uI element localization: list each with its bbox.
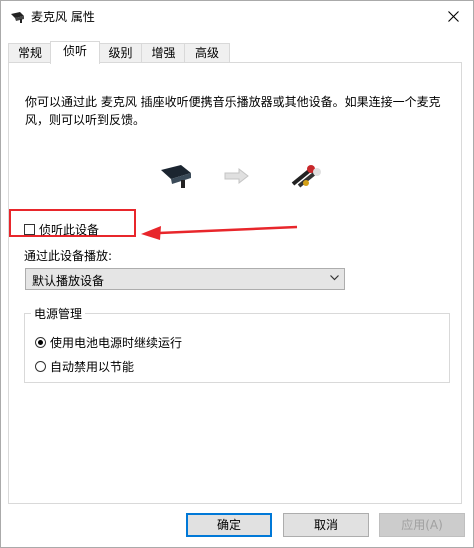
tab-advanced[interactable]: 高级: [184, 43, 230, 63]
radio-button[interactable]: [35, 337, 46, 348]
device-connection-illustration: [161, 165, 321, 188]
title-bar[interactable]: 麦克风 属性: [1, 1, 473, 33]
chevron-down-icon: [330, 275, 339, 281]
radio-auto-disable-label: 自动禁用以节能: [50, 360, 135, 374]
apply-button[interactable]: 应用(A): [379, 513, 465, 537]
power-management-title: 电源管理: [31, 305, 86, 322]
listen-device-checkbox[interactable]: 侦听此设备: [24, 221, 99, 238]
tab-general[interactable]: 常规: [8, 43, 52, 63]
close-icon: [447, 10, 459, 22]
annotation-arrow-icon: [141, 225, 298, 240]
ok-button[interactable]: 确定: [186, 513, 272, 537]
radio-auto-disable[interactable]: 自动禁用以节能: [35, 358, 134, 375]
tab-levels[interactable]: 级别: [98, 43, 143, 63]
checkbox-box[interactable]: [24, 224, 35, 235]
arrow-right-icon: [224, 167, 249, 185]
listen-description: 你可以通过此 麦克风 插座收听便携音乐播放器或其他设备。如果连接一个麦克风，则可…: [25, 95, 441, 127]
tab-listen[interactable]: 侦听: [50, 41, 100, 64]
audio-cable-icon: [291, 165, 321, 188]
radio-button[interactable]: [35, 361, 46, 372]
portable-player-icon: [161, 165, 191, 188]
cancel-button[interactable]: 取消: [283, 513, 369, 537]
playback-device-label: 通过此设备播放:: [24, 249, 113, 263]
playback-device-value: 默认播放设备: [32, 274, 105, 288]
window-title: 麦克风 属性: [31, 10, 95, 24]
tab-enhancements[interactable]: 增强: [141, 43, 186, 63]
microphone-icon: [11, 12, 24, 23]
playback-device-select[interactable]: 默认播放设备: [25, 268, 345, 290]
radio-keep-running-label: 使用电池电源时继续运行: [50, 336, 183, 350]
listen-device-label: 侦听此设备: [39, 223, 100, 237]
close-button[interactable]: [439, 3, 467, 29]
radio-keep-running[interactable]: 使用电池电源时继续运行: [35, 334, 182, 351]
properties-window: 麦克风 属性 常规 侦听 级别 增强 高级 你可以通过此 麦克风 插座收听便携音…: [0, 0, 474, 548]
